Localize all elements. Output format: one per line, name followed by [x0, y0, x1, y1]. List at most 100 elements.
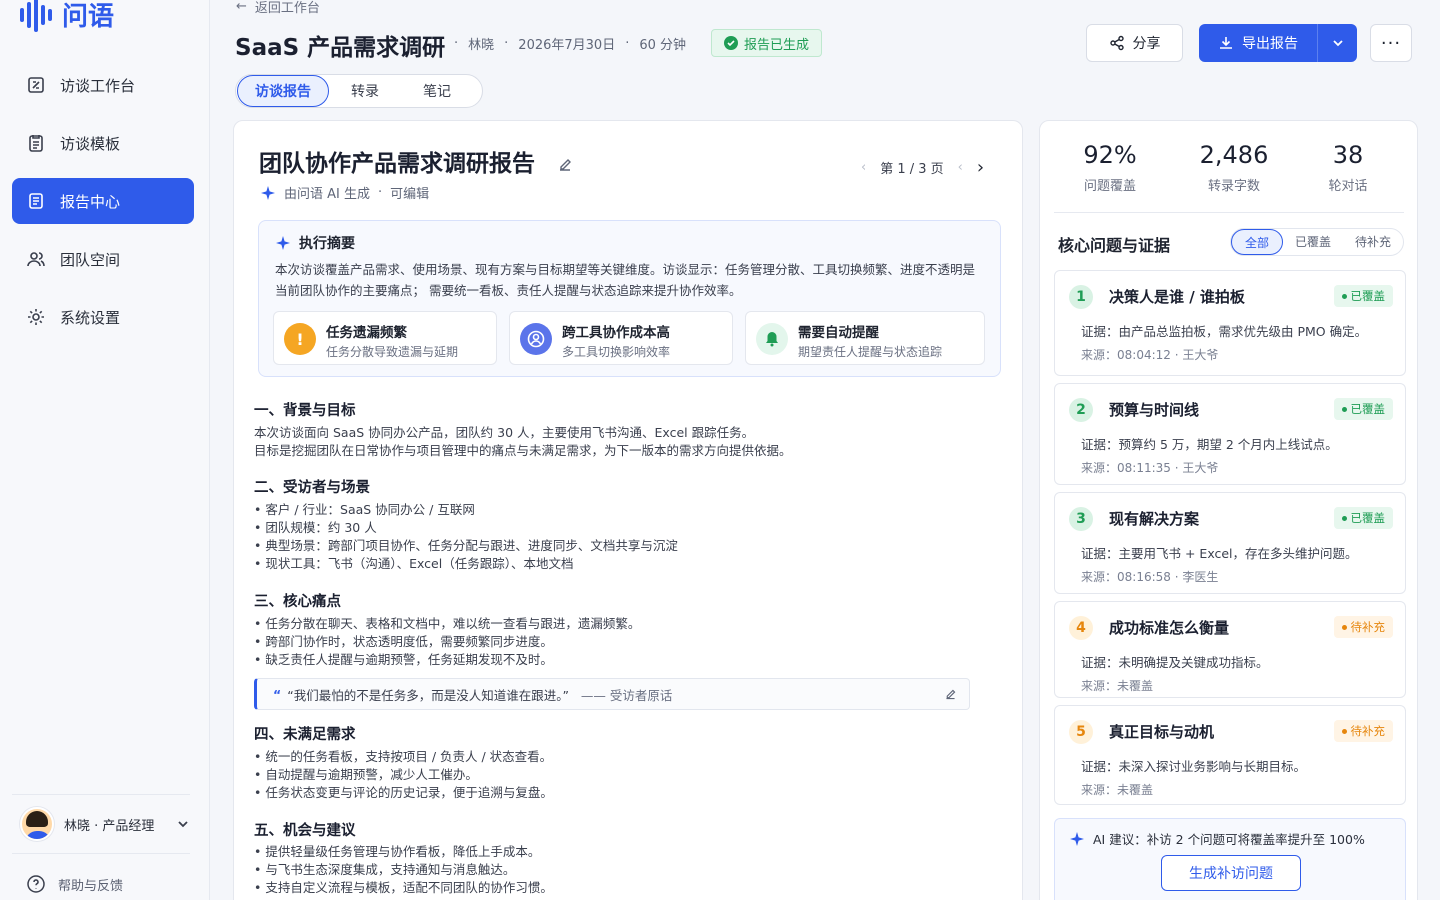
insight-title: 跨工具协作成本高: [562, 325, 670, 341]
question-card[interactable]: 3 现有解决方案 已覆盖 证据：主要用飞书 + Excel，存在多头维护问题。 …: [1054, 492, 1406, 594]
team-icon: [27, 252, 45, 267]
insight-card[interactable]: 需要自动提醒 期望责任人提醒与状态追踪: [745, 311, 985, 365]
filter-covered[interactable]: 已覆盖: [1283, 229, 1343, 255]
page-indicator: 第 1 / 3 页: [880, 162, 944, 177]
interview-quote: “ “我们最怕的不是任务多，而是没人知道谁在跟进。” —— 受访者原话: [254, 678, 970, 710]
view-tabs: 访谈报告 转录 笔记: [235, 74, 483, 108]
insight-title: 需要自动提醒: [798, 325, 879, 341]
export-report-button[interactable]: 导出报告: [1199, 24, 1357, 62]
user-icon: [520, 323, 552, 355]
user-menu[interactable]: 林晓 · 产品经理: [12, 794, 190, 841]
insight-card[interactable]: 跨工具协作成本高 多工具切换影响效率: [509, 311, 733, 365]
question-title: 成功标准怎么衡量: [1109, 619, 1230, 637]
question-evidence: 证据：未明确提及关键成功指标。: [1081, 655, 1269, 670]
question-evidence: 证据：预算约 5 万，期望 2 个月内上线试点。: [1081, 437, 1338, 452]
insights-panel: 92% 问题覆盖 2,486 转录字数 38 轮对话 核心问题与证据 全部 已覆…: [1039, 120, 1418, 900]
question-filter: 全部 已覆盖 待补充: [1230, 228, 1404, 256]
question-number: 4: [1069, 616, 1093, 640]
sidebar-item-workbench[interactable]: 访谈工作台: [12, 62, 194, 108]
question-source: 来源：08:16:58 · 李医生: [1081, 570, 1219, 584]
sidebar-item-label: 访谈模板: [60, 134, 121, 153]
meta-date: 2026年7月30日: [518, 38, 616, 53]
filter-pending[interactable]: 待补充: [1343, 229, 1403, 255]
share-label: 分享: [1132, 36, 1161, 52]
executive-summary: 执行摘要 本次访谈覆盖产品需求、使用场景、现有方案与目标期望等关键维度。访谈显示…: [258, 220, 1001, 377]
user-name: 林晓 · 产品经理: [64, 818, 155, 834]
main-area: ← 返回工作台 SaaS 产品需求调研 · 林晓 · 2026年7月30日 · …: [210, 0, 1440, 900]
question-card[interactable]: 5 真正目标与动机 待补充 证据：未深入探讨业务影响与长期目标。 来源：未覆盖: [1054, 705, 1406, 805]
section-body: • 任务分散在聊天、表格和文档中，难以统一查看与跟进，遗漏频繁。 • 跨部门协作…: [254, 616, 641, 667]
sidebar-item-templates[interactable]: 访谈模板: [12, 120, 194, 166]
sidebar-item-reports[interactable]: 报告中心: [12, 178, 194, 224]
check-circle-icon: [724, 36, 738, 50]
export-dropdown-toggle[interactable]: [1318, 24, 1357, 62]
section-heading: 四、未满足需求: [254, 727, 356, 743]
section-body: • 提供轻量级任务管理与协作看板，降低上手成本。 • 与飞书生态深度集成，支持通…: [254, 844, 553, 895]
sidebar-item-label: 团队空间: [60, 250, 121, 269]
section-heading: 三、核心痛点: [254, 594, 341, 610]
question-card[interactable]: 4 成功标准怎么衡量 待补充 证据：未明确提及关键成功指标。 来源：未覆盖: [1054, 601, 1406, 698]
report-icon: [29, 193, 43, 209]
question-number: 1: [1069, 285, 1093, 309]
insight-title: 任务遗漏频繁: [326, 325, 407, 341]
question-title: 预算与时间线: [1109, 401, 1200, 419]
tab-report[interactable]: 访谈报告: [237, 75, 329, 107]
page-meta: · 林晓 · 2026年7月30日 · 60 分钟: [454, 36, 687, 53]
quote-source: —— 受访者原话: [580, 687, 673, 703]
insight-card[interactable]: ! 任务遗漏频繁 任务分散导致遗漏与延期: [273, 311, 497, 365]
status-badge: 已覆盖: [1333, 398, 1393, 420]
section-body: 本次访谈面向 SaaS 协同办公产品，团队约 30 人，主要使用飞书沟通、Exc…: [254, 425, 792, 458]
chevron-right-icon[interactable]: ›: [977, 157, 984, 178]
divider: [12, 853, 190, 854]
help-feedback-link[interactable]: 帮助与反馈: [26, 874, 190, 894]
sidebar-item-label: 报告中心: [60, 192, 121, 211]
question-card[interactable]: 2 预算与时间线 已覆盖 证据：预算约 5 万，期望 2 个月内上线试点。 来源…: [1054, 383, 1406, 485]
generate-followup-button[interactable]: 生成补访问题: [1161, 855, 1301, 891]
tab-transcript[interactable]: 转录: [329, 75, 401, 107]
status-label: 报告已生成: [744, 37, 810, 53]
arrow-left-icon: ←: [236, 0, 247, 14]
question-number: 2: [1069, 398, 1093, 422]
question-card[interactable]: 1 决策人是谁 / 谁拍板 已覆盖 证据：由产品总监拍板，需求优先级由 PMO …: [1054, 270, 1406, 376]
question-title: 决策人是谁 / 谁拍板: [1109, 288, 1245, 306]
section-heading: 一、背景与目标: [254, 403, 356, 419]
chevron-down-icon: [178, 821, 188, 828]
sidebar-item-settings[interactable]: 系统设置: [12, 294, 194, 340]
more-options-button[interactable]: ···: [1370, 24, 1412, 62]
export-main[interactable]: 导出报告: [1199, 24, 1317, 62]
sidebar-item-label: 访谈工作台: [60, 76, 136, 95]
chevron-left-icon[interactable]: ‹: [861, 160, 866, 175]
sparkle-icon: [276, 236, 290, 250]
generated-by: 由问语 AI 生成: [284, 187, 370, 202]
section-body: • 统一的任务看板，支持按项目 / 负责人 / 状态查看。 • 自动提醒与逾期预…: [254, 749, 553, 800]
chevron-down-icon: [1332, 40, 1343, 47]
question-source: 来源：08:04:12 · 王大爷: [1081, 348, 1219, 362]
back-link[interactable]: ← 返回工作台: [236, 0, 320, 16]
stat-word-count: 2,486 转录字数: [1199, 141, 1269, 194]
report-subtitle: 由问语 AI 生成 · 可编辑: [260, 183, 429, 202]
app-name: 问语: [62, 2, 115, 32]
summary-text: 本次访谈覆盖产品需求、使用场景、现有方案与目标期望等关键维度。访谈显示：任务管理…: [275, 262, 976, 298]
edit-icon[interactable]: [557, 157, 573, 173]
warning-icon: !: [284, 323, 316, 355]
section-heading: 二、受访者与场景: [254, 480, 370, 496]
sidebar-item-team[interactable]: 团队空间: [12, 236, 194, 282]
chevron-left-icon[interactable]: ‹: [958, 160, 963, 175]
question-title: 真正目标与动机: [1109, 723, 1215, 741]
tab-notes[interactable]: 笔记: [401, 75, 473, 107]
question-evidence: 证据：主要用飞书 + Excel，存在多头维护问题。: [1081, 546, 1358, 561]
share-icon: [1109, 35, 1124, 51]
edit-icon[interactable]: [944, 688, 957, 701]
sidebar-nav: 访谈工作台 访谈模板 报告中心 团队空间 系统设置: [12, 62, 194, 352]
filter-all[interactable]: 全部: [1231, 229, 1283, 255]
editable-label: 可编辑: [390, 187, 430, 202]
meta-author: 林晓: [468, 38, 495, 53]
bell-icon: [756, 323, 788, 355]
logo[interactable]: 问语: [20, 0, 114, 33]
status-badge: 报告已生成: [711, 29, 823, 57]
pager: ‹ 第 1 / 3 页 ‹ ›: [861, 157, 984, 178]
stat-coverage: 92% 问题覆盖: [1083, 141, 1137, 194]
avatar: [20, 807, 54, 841]
report-panel: 团队协作产品需求调研报告 由问语 AI 生成 · 可编辑 ‹ 第 1 / 3 页…: [233, 120, 1023, 900]
share-button[interactable]: 分享: [1086, 24, 1183, 62]
